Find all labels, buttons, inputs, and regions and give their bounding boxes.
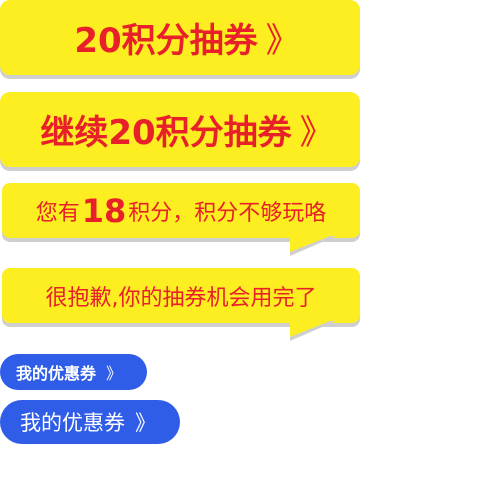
continue-draw-label: 继续20积分抽券 [40,113,292,153]
double-chevron-right-icon: 》 [265,21,300,61]
my-coupons-button-large[interactable]: 我的优惠券 》 [0,400,180,444]
my-coupons-label: 我的优惠券 [16,364,97,383]
double-chevron-right-icon: 》 [106,364,122,383]
insufficient-points-bubble: 您有 18 积分，积分不够玩咯 [2,183,360,238]
bubble-tail [290,321,330,337]
points-value: 18 [81,191,127,230]
draw-coupon-label: 20积分抽券 [74,21,258,61]
points-suffix: 积分，积分不够玩咯 [128,200,327,226]
continue-draw-button[interactable]: 继续20积分抽券 》 [0,92,360,167]
double-chevron-right-icon: 》 [299,113,334,153]
double-chevron-right-icon: 》 [135,411,156,435]
my-coupons-label: 我的优惠券 [20,411,125,435]
exhausted-text: 很抱歉,你的抽券机会用完了 [45,285,317,311]
my-coupons-button-small[interactable]: 我的优惠券 》 [0,354,147,390]
draw-coupon-button[interactable]: 20积分抽券 》 [0,0,360,75]
chances-exhausted-bubble: 很抱歉,你的抽券机会用完了 [2,268,360,323]
bubble-tail [290,236,330,252]
points-prefix: 您有 [35,200,80,226]
